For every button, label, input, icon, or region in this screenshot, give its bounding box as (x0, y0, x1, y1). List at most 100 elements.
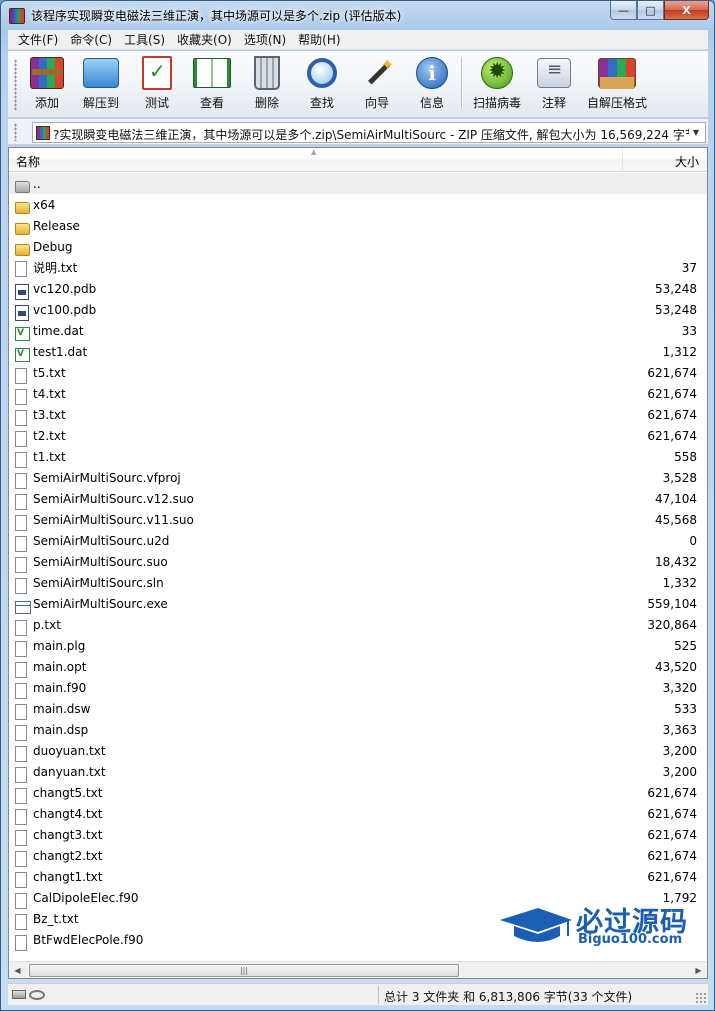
file-row[interactable]: changt4.txt 621,674 (9, 803, 707, 825)
file-row[interactable]: vc100.pdb 53,248 (9, 299, 707, 321)
pdb-file-icon (15, 304, 29, 321)
text-file-icon (15, 934, 27, 951)
file-row[interactable]: .. (9, 173, 707, 194)
file-row[interactable]: Debug (9, 236, 707, 257)
comment-button[interactable]: 注释 (529, 55, 579, 113)
text-file-icon (15, 261, 27, 277)
scroll-left-icon[interactable]: ◀ (9, 962, 26, 978)
file-rows: .. x64 Release Debug 说明.txt 37 vc120.pdb 53,248… (9, 173, 707, 951)
file-row[interactable]: SemiAirMultiSourc.suo 18,432 (9, 551, 707, 573)
file-row[interactable]: vc120.pdb 53,248 (9, 278, 707, 300)
file-row[interactable]: main.dsw 533 (9, 698, 707, 720)
file-name-cell: t1.txt (9, 450, 623, 468)
file-row[interactable]: p.txt 320,864 (9, 614, 707, 636)
sfx-button[interactable]: 自解压格式 (584, 55, 650, 113)
test-button[interactable]: 测试 (132, 55, 182, 113)
file-name: SemiAirMultiSourc.v12.suo (33, 491, 194, 506)
sort-arrow-icon: ▲ (311, 148, 317, 156)
text-file-icon (15, 745, 27, 762)
menu-favorites[interactable]: 收藏夹(O) (171, 31, 238, 48)
winrar-app-icon[interactable] (9, 8, 25, 24)
delete-button[interactable]: 删除 (242, 55, 292, 113)
file-row[interactable]: Release (9, 215, 707, 236)
file-row[interactable]: duoyuan.txt 3,200 (9, 740, 707, 762)
address-grip[interactable] (14, 123, 17, 141)
file-row[interactable]: t3.txt 621,674 (9, 404, 707, 426)
file-row[interactable]: main.plg 525 (9, 635, 707, 657)
virus-scan-button[interactable]: 扫描病毒 (467, 55, 527, 113)
menu-tools[interactable]: 工具(S) (118, 31, 171, 48)
file-row[interactable]: SemiAirMultiSourc.v12.suo 47,104 (9, 488, 707, 510)
delete-icon (254, 56, 280, 90)
file-name-cell: BtFwdElecPole.f90 (9, 933, 623, 951)
file-size: 0 (689, 533, 697, 548)
file-name: changt2.txt (33, 848, 103, 863)
file-row[interactable]: SemiAirMultiSourc.u2d 0 (9, 530, 707, 552)
file-name: duoyuan.txt (33, 743, 106, 758)
file-row[interactable]: SemiAirMultiSourc.v11.suo 45,568 (9, 509, 707, 531)
file-list[interactable]: 名称 ▲ 大小 .. x64 Release Debug 说明.txt 37 vc120.p… (8, 147, 708, 979)
file-size: 621,674 (647, 827, 697, 842)
extract-to-button[interactable]: 解压到 (76, 55, 126, 113)
file-row[interactable]: Bz_t.txt (9, 908, 707, 930)
drive-icon[interactable] (12, 990, 26, 999)
file-row[interactable]: x64 (9, 194, 707, 215)
title-bar[interactable]: 该程序实现瞬变电磁法三维正演，其中场源可以是多个.zip (评估版本) — □ … (1, 1, 714, 30)
file-row[interactable]: changt5.txt 621,674 (9, 782, 707, 804)
file-row[interactable]: time.dat 33 (9, 320, 707, 341)
minimize-button[interactable]: — (610, 1, 637, 20)
file-row[interactable]: main.opt 43,520 (9, 656, 707, 678)
maximize-button[interactable]: □ (637, 1, 664, 20)
wizard-button[interactable]: 向导 (352, 55, 402, 113)
text-file-icon (15, 724, 27, 741)
file-row[interactable]: changt3.txt 621,674 (9, 824, 707, 846)
file-row[interactable]: danyuan.txt 3,200 (9, 761, 707, 783)
file-row[interactable]: 说明.txt 37 (9, 257, 707, 278)
key-icon[interactable] (29, 990, 45, 1000)
file-name: SemiAirMultiSourc.suo (33, 554, 168, 569)
file-row[interactable]: t4.txt 621,674 (9, 383, 707, 405)
menu-commands[interactable]: 命令(C) (64, 31, 118, 48)
file-size: 621,674 (647, 407, 697, 422)
file-row[interactable]: t1.txt 558 (9, 446, 707, 468)
column-header-size[interactable]: 大小 (623, 148, 707, 172)
file-row[interactable]: changt1.txt 621,674 (9, 866, 707, 888)
find-icon (307, 58, 337, 88)
scroll-right-icon[interactable]: ▶ (690, 962, 707, 978)
file-size: 621,674 (647, 869, 697, 884)
find-button[interactable]: 查找 (297, 55, 347, 113)
menu-options[interactable]: 选项(N) (238, 31, 292, 48)
menu-help[interactable]: 帮助(H) (292, 31, 346, 48)
address-field[interactable]: ?实现瞬变电磁法三维正演，其中场源可以是多个.zip\SemiAirMultiS… (32, 122, 706, 143)
file-row[interactable]: test1.dat 1,312 (9, 341, 707, 362)
file-name-cell: main.dsw (9, 702, 623, 720)
file-row[interactable]: main.dsp 3,363 (9, 719, 707, 741)
address-dropdown-icon[interactable]: ▼ (689, 125, 703, 140)
add-button[interactable]: 添加 (22, 55, 72, 113)
file-name-cell: main.plg (9, 639, 623, 657)
scroll-thumb[interactable]: ||| (29, 964, 459, 977)
comment-icon (537, 58, 571, 88)
view-button[interactable]: 查看 (187, 55, 237, 113)
file-row[interactable]: SemiAirMultiSourc.exe 559,104 (9, 593, 707, 614)
column-header-name[interactable]: 名称 ▲ (9, 148, 623, 172)
file-row[interactable]: BtFwdElecPole.f90 (9, 929, 707, 951)
resize-grip[interactable] (695, 992, 706, 1003)
text-file-icon (15, 409, 27, 426)
menu-file[interactable]: 文件(F) (12, 31, 64, 48)
file-row[interactable]: t5.txt 621,674 (9, 362, 707, 384)
text-file-icon (15, 661, 27, 678)
file-name: t5.txt (33, 365, 66, 380)
toolbar-grip[interactable] (14, 59, 17, 111)
info-button[interactable]: i 信息 (407, 55, 457, 113)
file-row[interactable]: SemiAirMultiSourc.sln 1,332 (9, 572, 707, 594)
file-row[interactable]: t2.txt 621,674 (9, 425, 707, 447)
file-row[interactable]: changt2.txt 621,674 (9, 845, 707, 867)
file-size: 621,674 (647, 785, 697, 800)
close-button[interactable]: X (664, 1, 709, 20)
horizontal-scrollbar[interactable]: ◀ ||| ▶ (9, 961, 707, 978)
file-row[interactable]: CalDipoleElec.f90 1,792 (9, 887, 707, 909)
file-row[interactable]: main.f90 3,320 (9, 677, 707, 699)
file-row[interactable]: SemiAirMultiSourc.vfproj 3,528 (9, 467, 707, 489)
text-file-icon (15, 640, 27, 657)
